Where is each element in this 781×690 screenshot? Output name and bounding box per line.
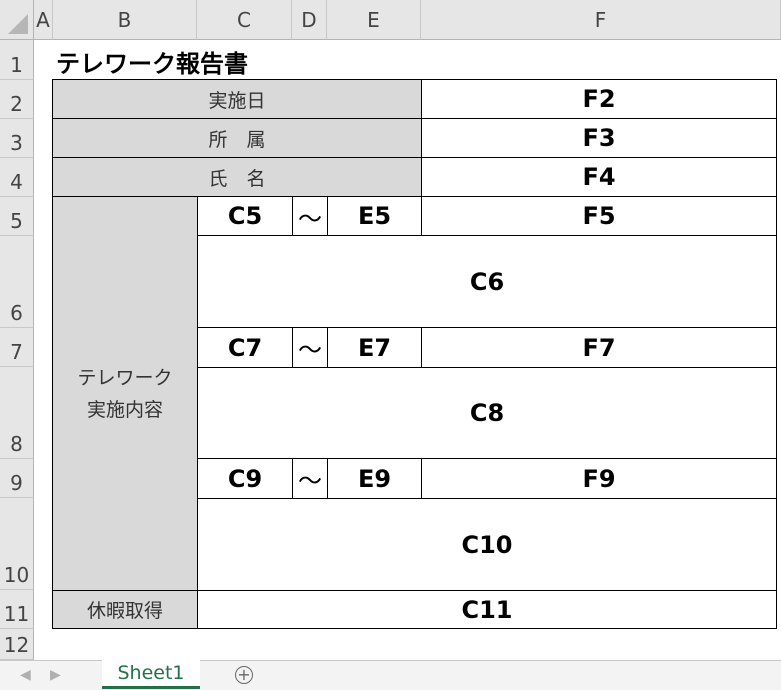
cell-c10[interactable]: C10 [197,498,777,591]
cell-c7[interactable]: C7 [197,327,293,368]
sheet-tab-bar: ◀ ▶ Sheet1 + [0,660,781,690]
column-header-a[interactable]: A [34,0,53,40]
cell-f2[interactable]: F2 [421,79,777,119]
row-header-2[interactable]: 2 [0,80,34,119]
select-all-triangle-icon [8,14,28,34]
row-header-7[interactable]: 7 [0,328,34,367]
cell-c11[interactable]: C11 [197,590,777,629]
cell-d9[interactable]: ～ [292,458,328,499]
row-header-1[interactable]: 1 [0,40,34,80]
select-all-corner[interactable] [0,0,34,40]
column-header-d[interactable]: D [292,0,327,40]
column-header-b[interactable]: B [53,0,197,40]
cell-e7[interactable]: E7 [327,327,422,368]
label-telework-content[interactable]: テレワーク 実施内容 [52,196,198,591]
row-header-4[interactable]: 4 [0,158,34,197]
cell-f4[interactable]: F4 [421,157,777,197]
scroll-tabs-left-icon[interactable]: ◀ [20,667,31,683]
cell-c6[interactable]: C6 [197,235,777,328]
column-header-c[interactable]: C [197,0,292,40]
cell-e9[interactable]: E9 [327,458,422,499]
sheet-tab-sheet1[interactable]: Sheet1 [102,660,200,689]
row-header-5[interactable]: 5 [0,197,34,236]
label-leave[interactable]: 休暇取得 [52,590,198,629]
label-date[interactable]: 実施日 [52,79,422,119]
row-header-6[interactable]: 6 [0,236,34,328]
column-header-e[interactable]: E [327,0,421,40]
row-header-12[interactable]: 12 [0,629,34,660]
column-header-f[interactable]: F [421,0,781,40]
cell-d5[interactable]: ～ [292,196,328,236]
row-header-8[interactable]: 8 [0,367,34,459]
report-title[interactable]: テレワーク報告書 [56,44,248,79]
row-header-10[interactable]: 10 [0,498,34,590]
scroll-tabs-right-icon[interactable]: ▶ [50,667,61,683]
label-name[interactable]: 氏 名 [52,157,422,197]
cell-c5[interactable]: C5 [197,196,293,236]
cell-f3[interactable]: F3 [421,118,777,158]
label-telework-line2: 実施内容 [86,398,163,421]
cell-c9[interactable]: C9 [197,458,293,499]
cell-f7[interactable]: F7 [421,327,777,368]
row-header-3[interactable]: 3 [0,119,34,158]
cell-f5[interactable]: F5 [421,196,777,236]
row-header-9[interactable]: 9 [0,459,34,498]
row-header-11[interactable]: 11 [0,590,34,629]
cell-c8[interactable]: C8 [197,367,777,459]
cell-e5[interactable]: E5 [327,196,422,236]
label-telework-line1: テレワーク [77,366,173,389]
label-affiliation[interactable]: 所 属 [52,118,422,158]
plus-circle-icon[interactable]: + [235,666,253,684]
cell-f9[interactable]: F9 [421,458,777,499]
cell-d7[interactable]: ～ [292,327,328,368]
